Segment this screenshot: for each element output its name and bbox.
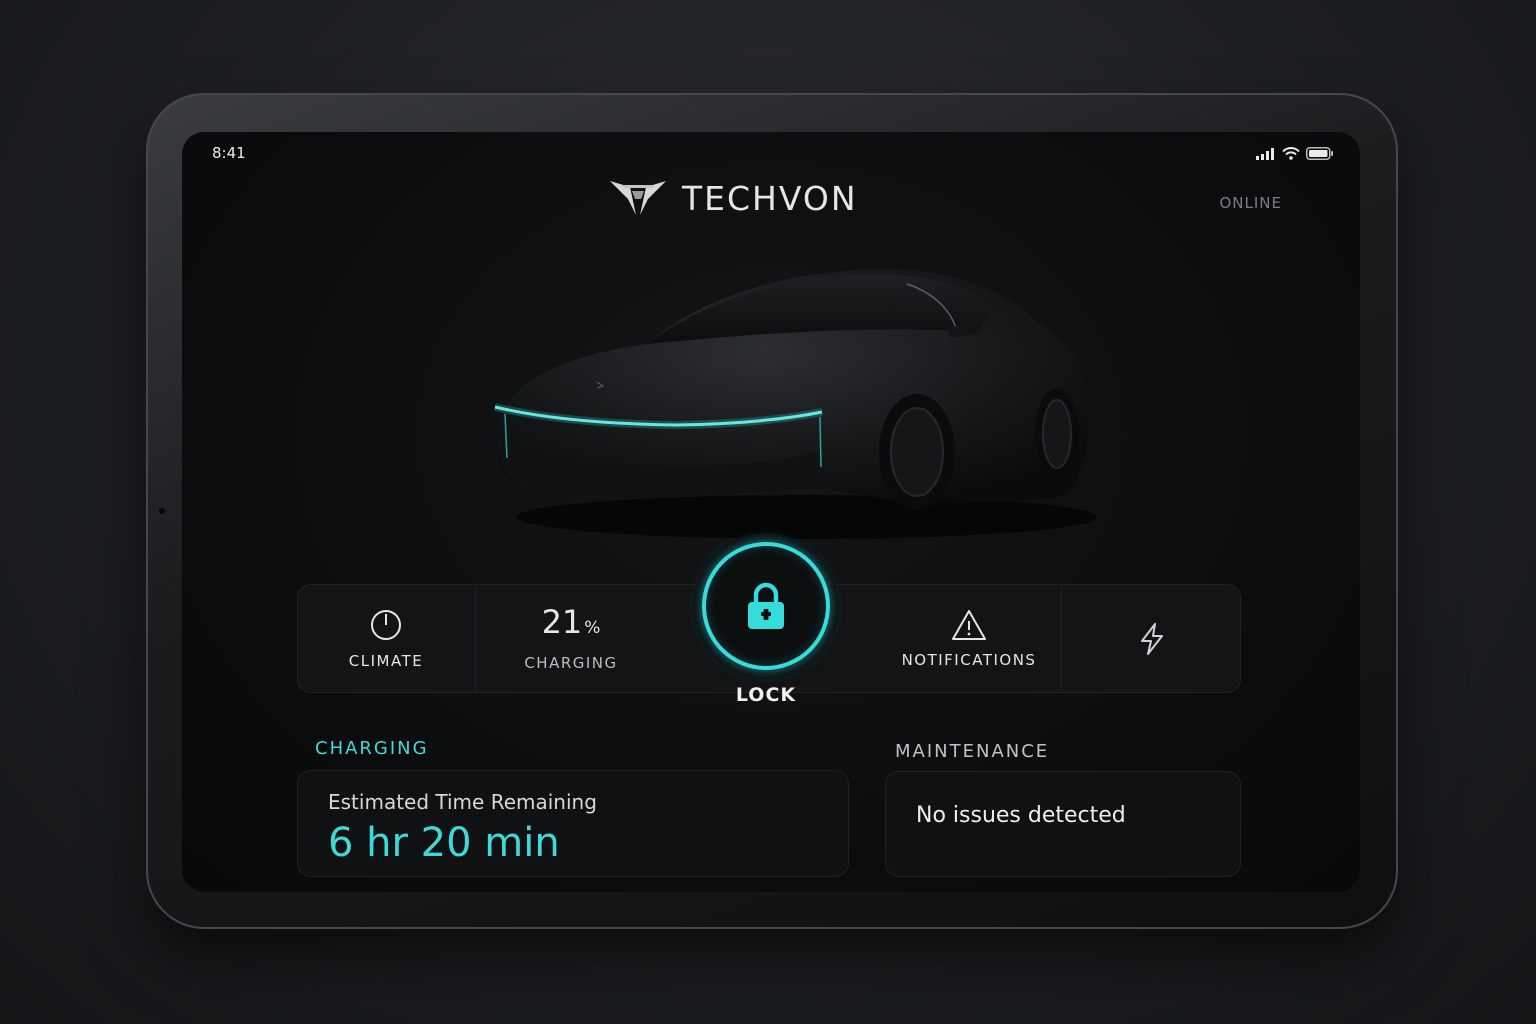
charging-label: CHARGING [524, 653, 618, 672]
connection-status: ONLINE [1219, 194, 1282, 212]
battery-icon [1306, 147, 1333, 160]
brand-name: TECHVON [682, 178, 858, 218]
front-camera [159, 508, 165, 514]
charging-card[interactable]: Estimated Time Remaining 6 hr 20 min [297, 770, 849, 877]
cellular-signal-icon [1256, 147, 1274, 160]
padlock-icon [748, 582, 784, 629]
brand-logo: TECHVON [608, 177, 858, 219]
eta-label: Estimated Time Remaining [328, 790, 597, 814]
notifications-label: NOTIFICATIONS [901, 650, 1037, 669]
climate-label: CLIMATE [348, 651, 424, 670]
maintenance-status: No issues detected [916, 803, 1126, 828]
lightning-bolt-icon [1140, 622, 1163, 655]
lock-button-ring [702, 542, 830, 670]
techvon-logo-icon [610, 181, 666, 215]
status-icons [1256, 147, 1334, 160]
maintenance-section-title: MAINTENANCE [895, 741, 1050, 762]
power-clock-icon [371, 609, 401, 640]
maintenance-card[interactable]: No issues detected [885, 771, 1241, 877]
lock-label: LOCK [735, 684, 797, 706]
app-screen: 8:41 TECHVON ONLINE CLIMATE 21 % CHARGIN… [182, 132, 1360, 892]
vehicle-image [477, 262, 1117, 552]
climate-control[interactable]: CLIMATE [297, 584, 475, 693]
charge-percent: 21% [541, 602, 601, 641]
power-control[interactable] [1062, 584, 1241, 693]
lock-button[interactable] [699, 539, 833, 673]
notifications-control[interactable]: NOTIFICATIONS [877, 584, 1061, 693]
charging-section-title: CHARGING [315, 738, 429, 759]
charging-control[interactable]: 21% CHARGING [476, 584, 666, 693]
warning-triangle-icon [952, 609, 986, 640]
wifi-icon [1282, 147, 1300, 160]
eta-value: 6 hr 20 min [328, 820, 560, 866]
status-time: 8:41 [212, 144, 246, 162]
